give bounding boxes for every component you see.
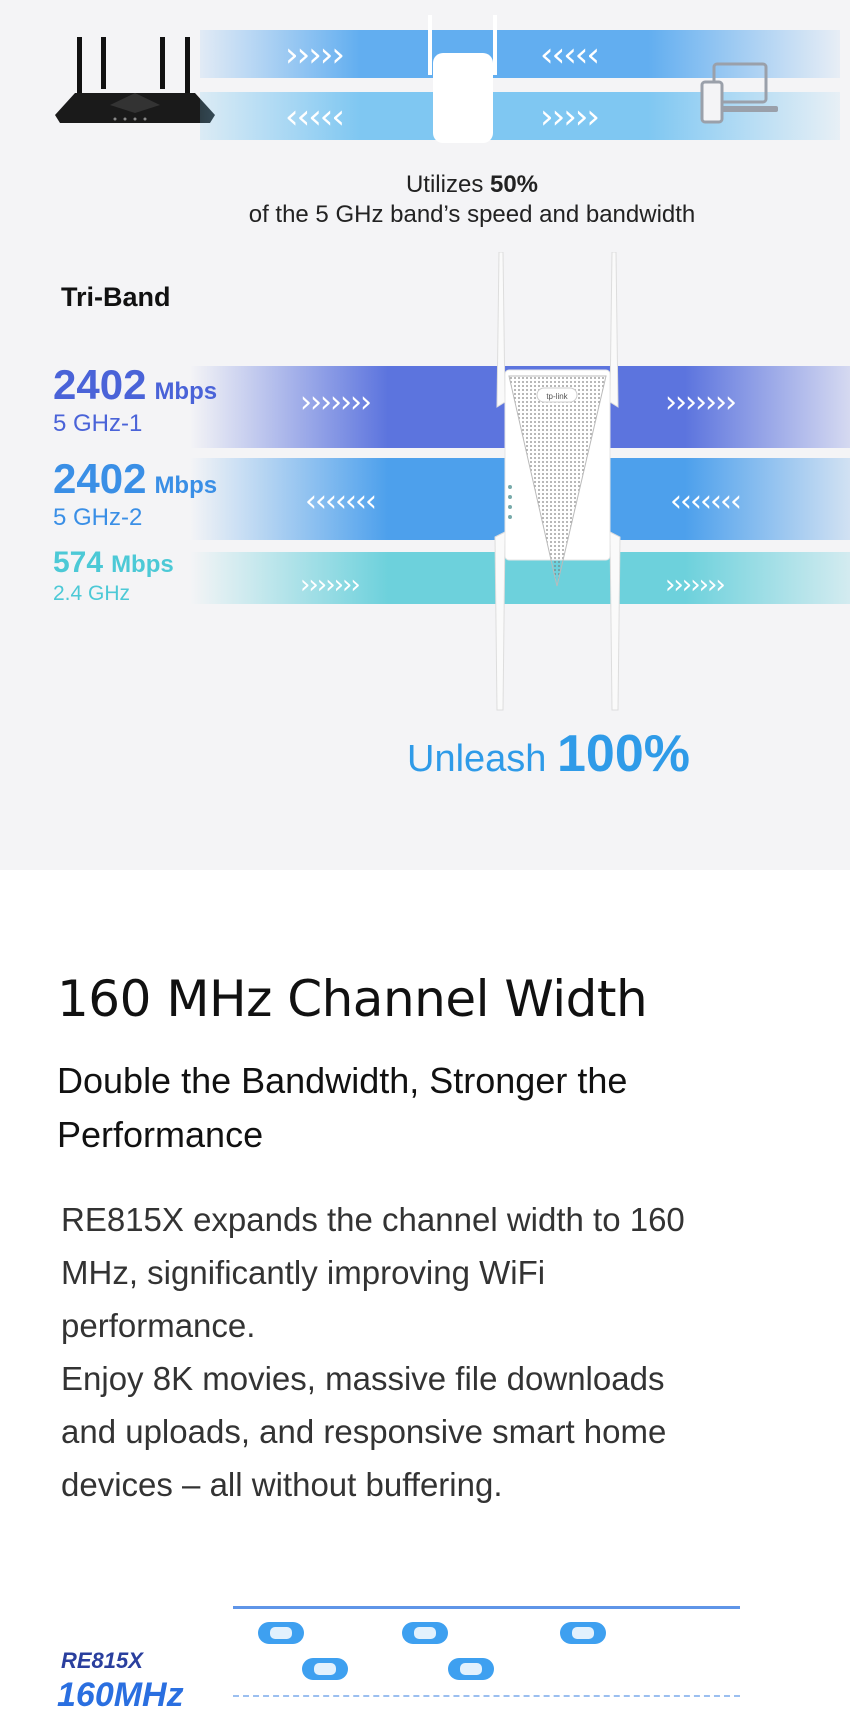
arrows-right-1: ›››››: [285, 35, 345, 75]
band3-arrows-left-side: ›››››››: [300, 570, 361, 600]
band3-arrows-right-side: ›››››››: [665, 570, 726, 600]
caption-line2: of the 5 GHz band’s speed and bandwidth: [248, 201, 696, 228]
re815x-extender-image: tp-link: [485, 251, 630, 712]
band1-label: 5 GHz-1: [53, 410, 143, 437]
band3-speed: 574 Mbps: [53, 548, 174, 578]
para1-line1: RE815X expands the channel width to 160: [61, 1201, 685, 1238]
arrows-left-1: ‹‹‹‹‹: [540, 35, 600, 75]
lanes-dashed-line: [233, 1695, 740, 1697]
para2-line2: and uploads, and responsive smart home: [61, 1413, 667, 1450]
band2-arrows-left-side: ‹‹‹‹‹‹‹: [305, 484, 377, 519]
unleash-value: 100%: [556, 725, 690, 783]
band2-speed-unit: Mbps: [154, 472, 218, 499]
para1-line3: performance.: [61, 1307, 256, 1344]
feature-title: 160 MHz Channel Width: [57, 970, 648, 1028]
band2-arrows-right-side: ‹‹‹‹‹‹‹: [670, 484, 742, 519]
para2-line3: devices – all without buffering.: [61, 1466, 503, 1503]
unleash-prefix: Unleash: [407, 738, 557, 780]
car-icon: [560, 1622, 606, 1644]
lanes-width-label: 160MHz: [57, 1676, 184, 1714]
lanes-top-line: [233, 1606, 740, 1609]
caption-value: 50%: [489, 171, 539, 198]
band1-speed: 2402 Mbps: [53, 364, 217, 406]
utilization-caption: Utilizes 50% of the 5 GHz band’s speed a…: [0, 170, 850, 230]
feature-subtitle: Double the Bandwidth, Stronger the Perfo…: [57, 1054, 627, 1162]
caption-prefix: Utilizes: [405, 171, 490, 198]
band3-speed-value: 574: [53, 546, 104, 579]
tri-band-diagram-section: ››››› ‹‹‹‹‹ ‹‹‹‹‹ ››››› Utilizes 50% of …: [0, 0, 850, 870]
band1-arrows-right-side: ›››››››: [665, 385, 737, 420]
extender-logo: tp-link: [546, 392, 568, 401]
para1-line2: MHz, significantly improving WiFi: [61, 1254, 546, 1291]
band1-arrows-left-side: ›››››››: [300, 385, 372, 420]
arrows-right-2: ›››››: [540, 97, 600, 137]
feature-subtitle-line1: Double the Bandwidth, Stronger the: [57, 1060, 628, 1101]
arrows-left-2: ‹‹‹‹‹: [285, 97, 345, 137]
feature-description: RE815X expands the channel width to 160 …: [61, 1193, 685, 1511]
band1-speed-unit: Mbps: [154, 378, 218, 405]
lanes-model-label: RE815X: [61, 1648, 143, 1673]
car-icon: [448, 1658, 494, 1680]
band3-label: 2.4 GHz: [53, 582, 131, 605]
router-icon: [55, 35, 215, 130]
band3-speed-unit: Mbps: [111, 551, 174, 578]
band2-label: 5 GHz-2: [53, 504, 143, 531]
para2-line1: Enjoy 8K movies, massive file downloads: [61, 1360, 665, 1397]
devices-icon: [700, 60, 780, 130]
unleash-caption: Unleash 100%: [407, 728, 690, 780]
tri-band-heading: Tri-Band: [61, 282, 171, 312]
band1-speed-value: 2402: [53, 361, 147, 408]
car-icon: [258, 1622, 304, 1644]
band2-speed: 2402 Mbps: [53, 458, 217, 500]
band2-speed-value: 2402: [53, 455, 147, 502]
car-icon: [402, 1622, 448, 1644]
feature-subtitle-line2: Performance: [57, 1114, 264, 1155]
car-icon: [302, 1658, 348, 1680]
feature-section: 160 MHz Channel Width Double the Bandwid…: [0, 870, 850, 1714]
extender-small-icon: [425, 15, 500, 145]
